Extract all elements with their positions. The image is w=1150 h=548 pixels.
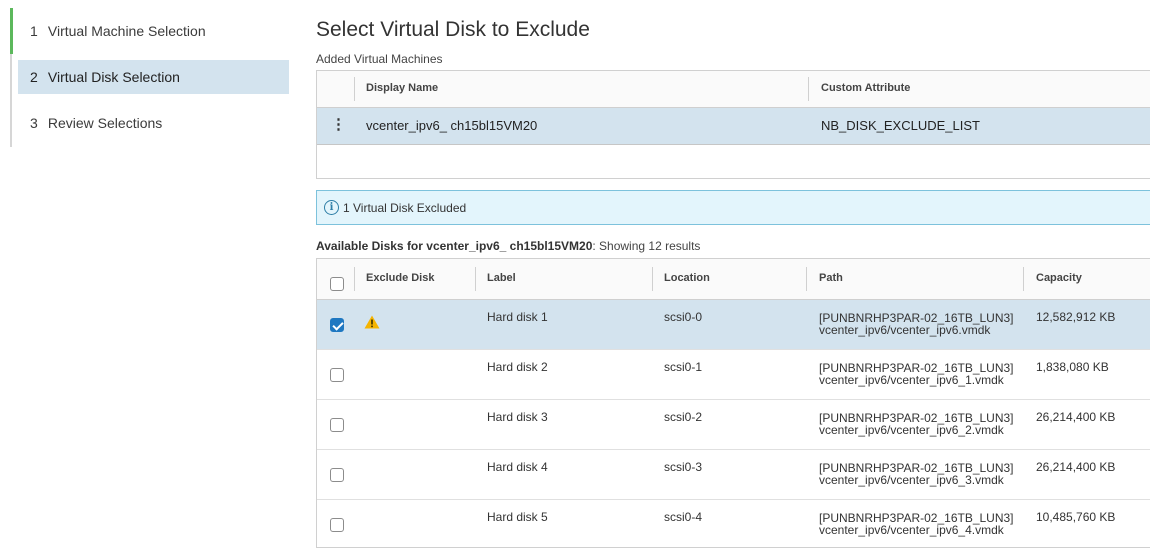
vm-display-name: vcenter_ipv6_ ch15bl15VM20 [366,118,538,133]
row-actions-icon[interactable]: ⋮ [331,115,346,133]
disk-location: scsi0-2 [664,410,703,424]
active-step-indicator [10,8,13,54]
column-header-display-name[interactable]: Display Name [366,82,438,94]
warning-icon [364,315,380,329]
table-header: Display Name Custom Attribute [317,71,1150,108]
available-disks-table: Exclude Disk Label Location Path Capacit… [316,258,1150,548]
disk-capacity: 1,838,080 KB [1036,360,1109,374]
exclude-disk-checkbox[interactable] [330,368,344,382]
info-icon: i [324,200,339,215]
banner-message: 1 Virtual Disk Excluded [343,201,467,215]
step-label: Review Selections [47,115,163,131]
column-header-capacity[interactable]: Capacity [1036,272,1082,284]
column-header-custom-attribute[interactable]: Custom Attribute [821,82,910,94]
wizard-steps-sidebar: 1 Virtual Machine Selection 2 Virtual Di… [10,8,289,147]
added-vms-table: Display Name Custom Attribute ⋮ vcenter_… [316,70,1150,179]
info-banner: i 1 Virtual Disk Excluded [316,190,1150,225]
table-row[interactable]: Hard disk 1 scsi0-0 [PUNBNRHP3PAR-02_16T… [317,300,1150,350]
disk-label: Hard disk 3 [487,410,548,424]
disk-path: [PUNBNRHP3PAR-02_16TB_LUN3] vcenter_ipv6… [819,362,1014,386]
table-row[interactable]: Hard disk 4 scsi0-3 [PUNBNRHP3PAR-02_16T… [317,450,1150,500]
added-vms-heading: Added Virtual Machines [316,52,443,66]
column-separator [354,77,355,101]
step-number: 2 [30,69,38,85]
column-separator [354,267,355,291]
available-disks-title: Available Disks for vcenter_ipv6_ ch15bl… [316,239,593,253]
column-separator [808,77,809,101]
disk-label: Hard disk 2 [487,360,548,374]
disk-label: Hard disk 1 [487,310,548,324]
disk-capacity: 10,485,760 KB [1036,510,1116,524]
available-disks-heading: Available Disks for vcenter_ipv6_ ch15bl… [316,239,700,253]
step-virtual-disk-selection[interactable]: 2 Virtual Disk Selection [18,60,289,94]
disk-path: [PUNBNRHP3PAR-02_16TB_LUN3] vcenter_ipv6… [819,462,1014,486]
disk-path: [PUNBNRHP3PAR-02_16TB_LUN3] vcenter_ipv6… [819,312,1014,336]
disk-label: Hard disk 5 [487,510,548,524]
step-label: Virtual Machine Selection [47,23,206,39]
exclude-disk-checkbox[interactable] [330,318,344,332]
column-header-path[interactable]: Path [819,272,843,284]
step-virtual-machine-selection[interactable]: 1 Virtual Machine Selection [18,14,289,48]
column-separator [652,267,653,291]
step-number: 3 [30,115,38,131]
column-separator [475,267,476,291]
table-row[interactable]: Hard disk 2 scsi0-1 [PUNBNRHP3PAR-02_16T… [317,350,1150,400]
disk-capacity: 26,214,400 KB [1036,460,1116,474]
disk-location: scsi0-4 [664,510,703,524]
column-header-label[interactable]: Label [487,272,516,284]
disk-path-file: vcenter_ipv6/vcenter_ipv6_4.vmdk [819,523,1004,537]
disk-path-file: vcenter_ipv6/vcenter_ipv6_2.vmdk [819,423,1004,437]
disk-label: Hard disk 4 [487,460,548,474]
column-separator [1023,267,1024,291]
disk-capacity: 12,582,912 KB [1036,310,1116,324]
step-review-selections[interactable]: 3 Review Selections [18,106,289,140]
table-header: Exclude Disk Label Location Path Capacit… [317,259,1150,300]
column-separator [806,267,807,291]
vm-custom-attribute: NB_DISK_EXCLUDE_LIST [821,118,980,133]
disk-location: scsi0-0 [664,310,703,324]
disk-path: [PUNBNRHP3PAR-02_16TB_LUN3] vcenter_ipv6… [819,512,1014,536]
exclude-disk-checkbox[interactable] [330,468,344,482]
step-number: 1 [30,23,38,39]
column-header-location[interactable]: Location [664,272,710,284]
disk-location: scsi0-1 [664,360,703,374]
disk-capacity: 26,214,400 KB [1036,410,1116,424]
column-header-exclude-disk[interactable]: Exclude Disk [366,272,434,284]
exclude-disk-checkbox[interactable] [330,418,344,432]
step-label: Virtual Disk Selection [47,69,180,85]
table-row[interactable]: ⋮ vcenter_ipv6_ ch15bl15VM20 NB_DISK_EXC… [317,108,1150,145]
disk-path: [PUNBNRHP3PAR-02_16TB_LUN3] vcenter_ipv6… [819,412,1014,436]
disk-path-file: vcenter_ipv6/vcenter_ipv6.vmdk [819,323,991,337]
results-count: : Showing 12 results [592,239,701,253]
disk-path-file: vcenter_ipv6/vcenter_ipv6_3.vmdk [819,473,1004,487]
disk-path-file: vcenter_ipv6/vcenter_ipv6_1.vmdk [819,373,1004,387]
page-title: Select Virtual Disk to Exclude [316,18,590,41]
table-row[interactable]: Hard disk 3 scsi0-2 [PUNBNRHP3PAR-02_16T… [317,400,1150,450]
select-all-checkbox[interactable] [330,277,344,291]
disk-location: scsi0-3 [664,460,703,474]
exclude-disk-checkbox[interactable] [330,518,344,532]
